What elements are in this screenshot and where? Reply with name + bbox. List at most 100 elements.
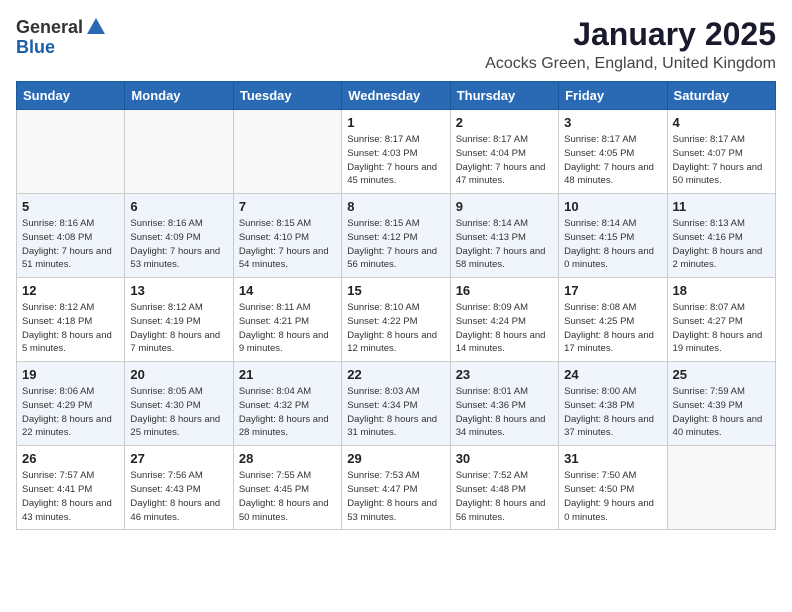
- day-number: 28: [239, 451, 336, 466]
- day-number: 3: [564, 115, 661, 130]
- day-number: 16: [456, 283, 553, 298]
- weekday-header-friday: Friday: [559, 82, 667, 110]
- day-info: Sunrise: 8:17 AMSunset: 4:04 PMDaylight:…: [456, 133, 553, 188]
- day-info: Sunrise: 8:08 AMSunset: 4:25 PMDaylight:…: [564, 301, 661, 356]
- day-cell: 24 Sunrise: 8:00 AMSunset: 4:38 PMDayligh…: [559, 362, 667, 446]
- day-cell: 11Sunrise: 8:13 AMSunset: 4:16 PMDayligh…: [667, 194, 775, 278]
- day-info: Sunrise: 8:16 AMSunset: 4:08 PMDaylight:…: [22, 217, 119, 272]
- logo-icon: [85, 16, 107, 38]
- day-number: 8: [347, 199, 444, 214]
- day-number: 15: [347, 283, 444, 298]
- day-info: Sunrise: 8:12 AMSunset: 4:18 PMDaylight:…: [22, 301, 119, 356]
- day-number: 22: [347, 367, 444, 382]
- day-cell: [17, 110, 125, 194]
- day-number: 18: [673, 283, 770, 298]
- day-cell: 4 Sunrise: 8:17 AMSunset: 4:07 PMDaylight…: [667, 110, 775, 194]
- day-cell: 18 Sunrise: 8:07 AMSunset: 4:27 PMDayligh…: [667, 278, 775, 362]
- week-row-2: 5 Sunrise: 8:16 AMSunset: 4:08 PMDaylight…: [17, 194, 776, 278]
- week-row-5: 26 Sunrise: 7:57 AMSunset: 4:41 PMDayligh…: [17, 446, 776, 530]
- weekday-header-sunday: Sunday: [17, 82, 125, 110]
- day-cell: 3 Sunrise: 8:17 AMSunset: 4:05 PMDaylight…: [559, 110, 667, 194]
- day-number: 13: [130, 283, 227, 298]
- day-info: Sunrise: 8:17 AMSunset: 4:03 PMDaylight:…: [347, 133, 444, 188]
- day-cell: 23Sunrise: 8:01 AMSunset: 4:36 PMDayligh…: [450, 362, 558, 446]
- week-row-3: 12Sunrise: 8:12 AMSunset: 4:18 PMDayligh…: [17, 278, 776, 362]
- week-row-1: 1 Sunrise: 8:17 AMSunset: 4:03 PMDaylight…: [17, 110, 776, 194]
- day-number: 19: [22, 367, 119, 382]
- day-info: Sunrise: 8:15 AMSunset: 4:10 PMDaylight:…: [239, 217, 336, 272]
- header: General Blue January 2025 Acocks Green, …: [16, 16, 776, 73]
- day-info: Sunrise: 8:00 AMSunset: 4:38 PMDaylight:…: [564, 385, 661, 440]
- day-info: Sunrise: 8:10 AMSunset: 4:22 PMDaylight:…: [347, 301, 444, 356]
- day-cell: 7 Sunrise: 8:15 AMSunset: 4:10 PMDaylight…: [233, 194, 341, 278]
- day-cell: 8 Sunrise: 8:15 AMSunset: 4:12 PMDaylight…: [342, 194, 450, 278]
- day-info: Sunrise: 8:06 AMSunset: 4:29 PMDaylight:…: [22, 385, 119, 440]
- day-info: Sunrise: 7:57 AMSunset: 4:41 PMDaylight:…: [22, 469, 119, 524]
- day-cell: 17 Sunrise: 8:08 AMSunset: 4:25 PMDayligh…: [559, 278, 667, 362]
- day-cell: 28Sunrise: 7:55 AMSunset: 4:45 PMDayligh…: [233, 446, 341, 530]
- day-info: Sunrise: 8:12 AMSunset: 4:19 PMDaylight:…: [130, 301, 227, 356]
- day-info: Sunrise: 8:05 AMSunset: 4:30 PMDaylight:…: [130, 385, 227, 440]
- day-number: 17: [564, 283, 661, 298]
- day-cell: 1 Sunrise: 8:17 AMSunset: 4:03 PMDaylight…: [342, 110, 450, 194]
- day-info: Sunrise: 8:13 AMSunset: 4:16 PMDaylight:…: [673, 217, 770, 272]
- day-info: Sunrise: 7:56 AMSunset: 4:43 PMDaylight:…: [130, 469, 227, 524]
- day-cell: [233, 110, 341, 194]
- day-number: 2: [456, 115, 553, 130]
- day-cell: 9 Sunrise: 8:14 AMSunset: 4:13 PMDaylight…: [450, 194, 558, 278]
- day-cell: 29Sunrise: 7:53 AMSunset: 4:47 PMDayligh…: [342, 446, 450, 530]
- day-cell: 22 Sunrise: 8:03 AMSunset: 4:34 PMDayligh…: [342, 362, 450, 446]
- day-info: Sunrise: 8:14 AMSunset: 4:15 PMDaylight:…: [564, 217, 661, 272]
- day-number: 31: [564, 451, 661, 466]
- day-number: 7: [239, 199, 336, 214]
- day-number: 30: [456, 451, 553, 466]
- day-number: 21: [239, 367, 336, 382]
- weekday-header-thursday: Thursday: [450, 82, 558, 110]
- day-cell: [125, 110, 233, 194]
- day-info: Sunrise: 8:01 AMSunset: 4:36 PMDaylight:…: [456, 385, 553, 440]
- logo: General Blue: [16, 16, 107, 56]
- day-cell: 14Sunrise: 8:11 AMSunset: 4:21 PMDayligh…: [233, 278, 341, 362]
- weekday-header-saturday: Saturday: [667, 82, 775, 110]
- calendar-table: SundayMondayTuesdayWednesdayThursdayFrid…: [16, 81, 776, 530]
- logo-blue: Blue: [16, 38, 55, 56]
- day-number: 25: [673, 367, 770, 382]
- day-info: Sunrise: 8:16 AMSunset: 4:09 PMDaylight:…: [130, 217, 227, 272]
- day-cell: 15 Sunrise: 8:10 AMSunset: 4:22 PMDayligh…: [342, 278, 450, 362]
- logo-general: General: [16, 18, 83, 36]
- day-number: 26: [22, 451, 119, 466]
- day-info: Sunrise: 8:07 AMSunset: 4:27 PMDaylight:…: [673, 301, 770, 356]
- day-cell: 30 Sunrise: 7:52 AMSunset: 4:48 PMDayligh…: [450, 446, 558, 530]
- day-info: Sunrise: 8:17 AMSunset: 4:07 PMDaylight:…: [673, 133, 770, 188]
- day-info: Sunrise: 8:09 AMSunset: 4:24 PMDaylight:…: [456, 301, 553, 356]
- day-number: 24: [564, 367, 661, 382]
- week-row-4: 19 Sunrise: 8:06 AMSunset: 4:29 PMDayligh…: [17, 362, 776, 446]
- day-number: 4: [673, 115, 770, 130]
- day-info: Sunrise: 8:03 AMSunset: 4:34 PMDaylight:…: [347, 385, 444, 440]
- day-cell: 20Sunrise: 8:05 AMSunset: 4:30 PMDayligh…: [125, 362, 233, 446]
- weekday-header-tuesday: Tuesday: [233, 82, 341, 110]
- day-info: Sunrise: 8:17 AMSunset: 4:05 PMDaylight:…: [564, 133, 661, 188]
- day-number: 14: [239, 283, 336, 298]
- weekday-header-monday: Monday: [125, 82, 233, 110]
- day-cell: 10 Sunrise: 8:14 AMSunset: 4:15 PMDayligh…: [559, 194, 667, 278]
- title-area: January 2025 Acocks Green, England, Unit…: [485, 16, 776, 73]
- day-number: 1: [347, 115, 444, 130]
- day-number: 10: [564, 199, 661, 214]
- day-info: Sunrise: 8:15 AMSunset: 4:12 PMDaylight:…: [347, 217, 444, 272]
- day-number: 9: [456, 199, 553, 214]
- day-cell: 25Sunrise: 7:59 AMSunset: 4:39 PMDayligh…: [667, 362, 775, 446]
- day-cell: 6Sunrise: 8:16 AMSunset: 4:09 PMDaylight…: [125, 194, 233, 278]
- calendar-title: January 2025: [485, 16, 776, 53]
- day-cell: 13 Sunrise: 8:12 AMSunset: 4:19 PMDayligh…: [125, 278, 233, 362]
- day-number: 29: [347, 451, 444, 466]
- day-cell: 31Sunrise: 7:50 AMSunset: 4:50 PMDayligh…: [559, 446, 667, 530]
- day-cell: 21Sunrise: 8:04 AMSunset: 4:32 PMDayligh…: [233, 362, 341, 446]
- day-number: 5: [22, 199, 119, 214]
- day-info: Sunrise: 8:14 AMSunset: 4:13 PMDaylight:…: [456, 217, 553, 272]
- day-cell: 2 Sunrise: 8:17 AMSunset: 4:04 PMDaylight…: [450, 110, 558, 194]
- day-info: Sunrise: 7:52 AMSunset: 4:48 PMDaylight:…: [456, 469, 553, 524]
- day-cell: 5 Sunrise: 8:16 AMSunset: 4:08 PMDaylight…: [17, 194, 125, 278]
- day-cell: 12Sunrise: 8:12 AMSunset: 4:18 PMDayligh…: [17, 278, 125, 362]
- day-cell: [667, 446, 775, 530]
